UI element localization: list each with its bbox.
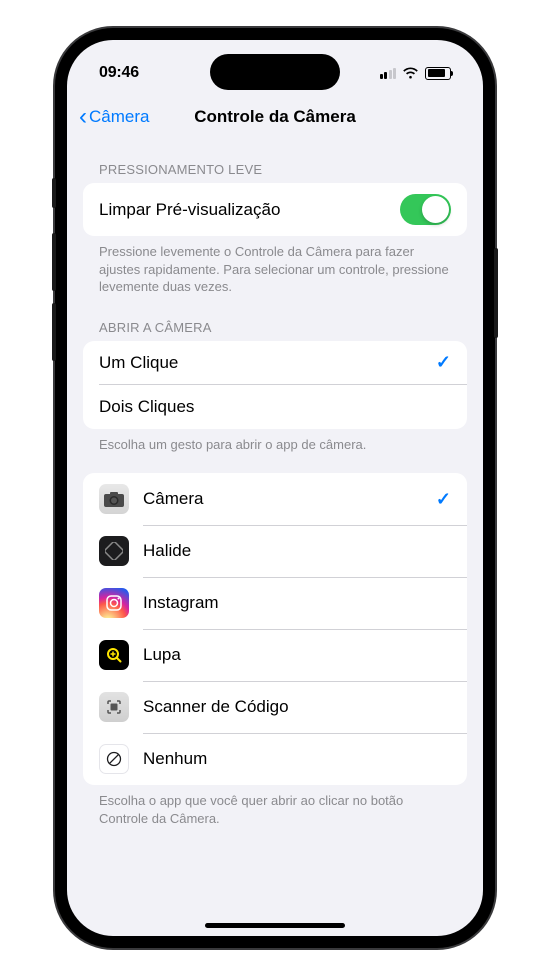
app-label: Instagram [143, 593, 451, 613]
checkmark-icon: ✓ [436, 489, 451, 510]
navigation-bar: ‹ Câmera Controle da Câmera [67, 96, 483, 138]
battery-icon [425, 67, 451, 80]
row-one-click[interactable]: Um Clique ✓ [83, 341, 467, 385]
group-gesture: Um Clique ✓ Dois Cliques [83, 341, 467, 429]
halide-app-icon [99, 536, 129, 566]
row-app-scanner[interactable]: Scanner de Código [83, 681, 467, 733]
back-button[interactable]: ‹ Câmera [79, 105, 149, 129]
section-header-light-press: PRESSIONAMENTO LEVE [83, 138, 467, 183]
chevron-back-icon: ‹ [79, 105, 87, 129]
phone-frame: 09:46 ‹ Câmera Controle da Câmera PRESSI… [55, 28, 495, 948]
row-label: Dois Cliques [99, 397, 451, 417]
section-header-open-camera: ABRIR A CÂMERA [83, 296, 467, 341]
screen: 09:46 ‹ Câmera Controle da Câmera PRESSI… [67, 40, 483, 936]
dynamic-island [210, 54, 340, 90]
row-app-none[interactable]: Nenhum [83, 733, 467, 785]
row-two-clicks[interactable]: Dois Cliques [83, 385, 467, 429]
row-label: Limpar Pré-visualização [99, 200, 400, 220]
volume-down-button [52, 303, 56, 361]
wifi-icon [402, 67, 419, 79]
status-icons [380, 67, 452, 80]
home-indicator[interactable] [205, 923, 345, 928]
page-title: Controle da Câmera [194, 107, 356, 127]
power-button [494, 248, 498, 338]
row-app-halide[interactable]: Halide [83, 525, 467, 577]
row-label: Um Clique [99, 353, 436, 373]
app-label: Halide [143, 541, 451, 561]
checkmark-icon: ✓ [436, 352, 451, 373]
app-label: Scanner de Código [143, 697, 451, 717]
camera-app-icon [99, 484, 129, 514]
settings-content[interactable]: PRESSIONAMENTO LEVE Limpar Pré-visualiza… [67, 138, 483, 847]
side-button [52, 178, 56, 208]
app-label: Câmera [143, 489, 436, 509]
section-footer: Escolha o app que você quer abrir ao cli… [83, 785, 467, 827]
app-label: Lupa [143, 645, 451, 665]
section-footer: Pressione levemente o Controle da Câmera… [83, 236, 467, 296]
back-label: Câmera [89, 107, 149, 127]
status-time: 09:46 [99, 64, 139, 82]
section-footer: Escolha um gesto para abrir o app de câm… [83, 429, 467, 454]
volume-up-button [52, 233, 56, 291]
row-app-camera[interactable]: Câmera ✓ [83, 473, 467, 525]
app-label: Nenhum [143, 749, 451, 769]
toggle-clear-preview[interactable] [400, 194, 451, 225]
magnifier-app-icon [99, 640, 129, 670]
row-clear-preview[interactable]: Limpar Pré-visualização [83, 183, 467, 236]
none-app-icon [99, 744, 129, 774]
instagram-app-icon [99, 588, 129, 618]
group-light-press: Limpar Pré-visualização [83, 183, 467, 236]
cellular-signal-icon [380, 67, 397, 79]
group-apps: Câmera ✓ Halide Instagram [83, 473, 467, 785]
code-scanner-app-icon [99, 692, 129, 722]
row-app-lupa[interactable]: Lupa [83, 629, 467, 681]
row-app-instagram[interactable]: Instagram [83, 577, 467, 629]
